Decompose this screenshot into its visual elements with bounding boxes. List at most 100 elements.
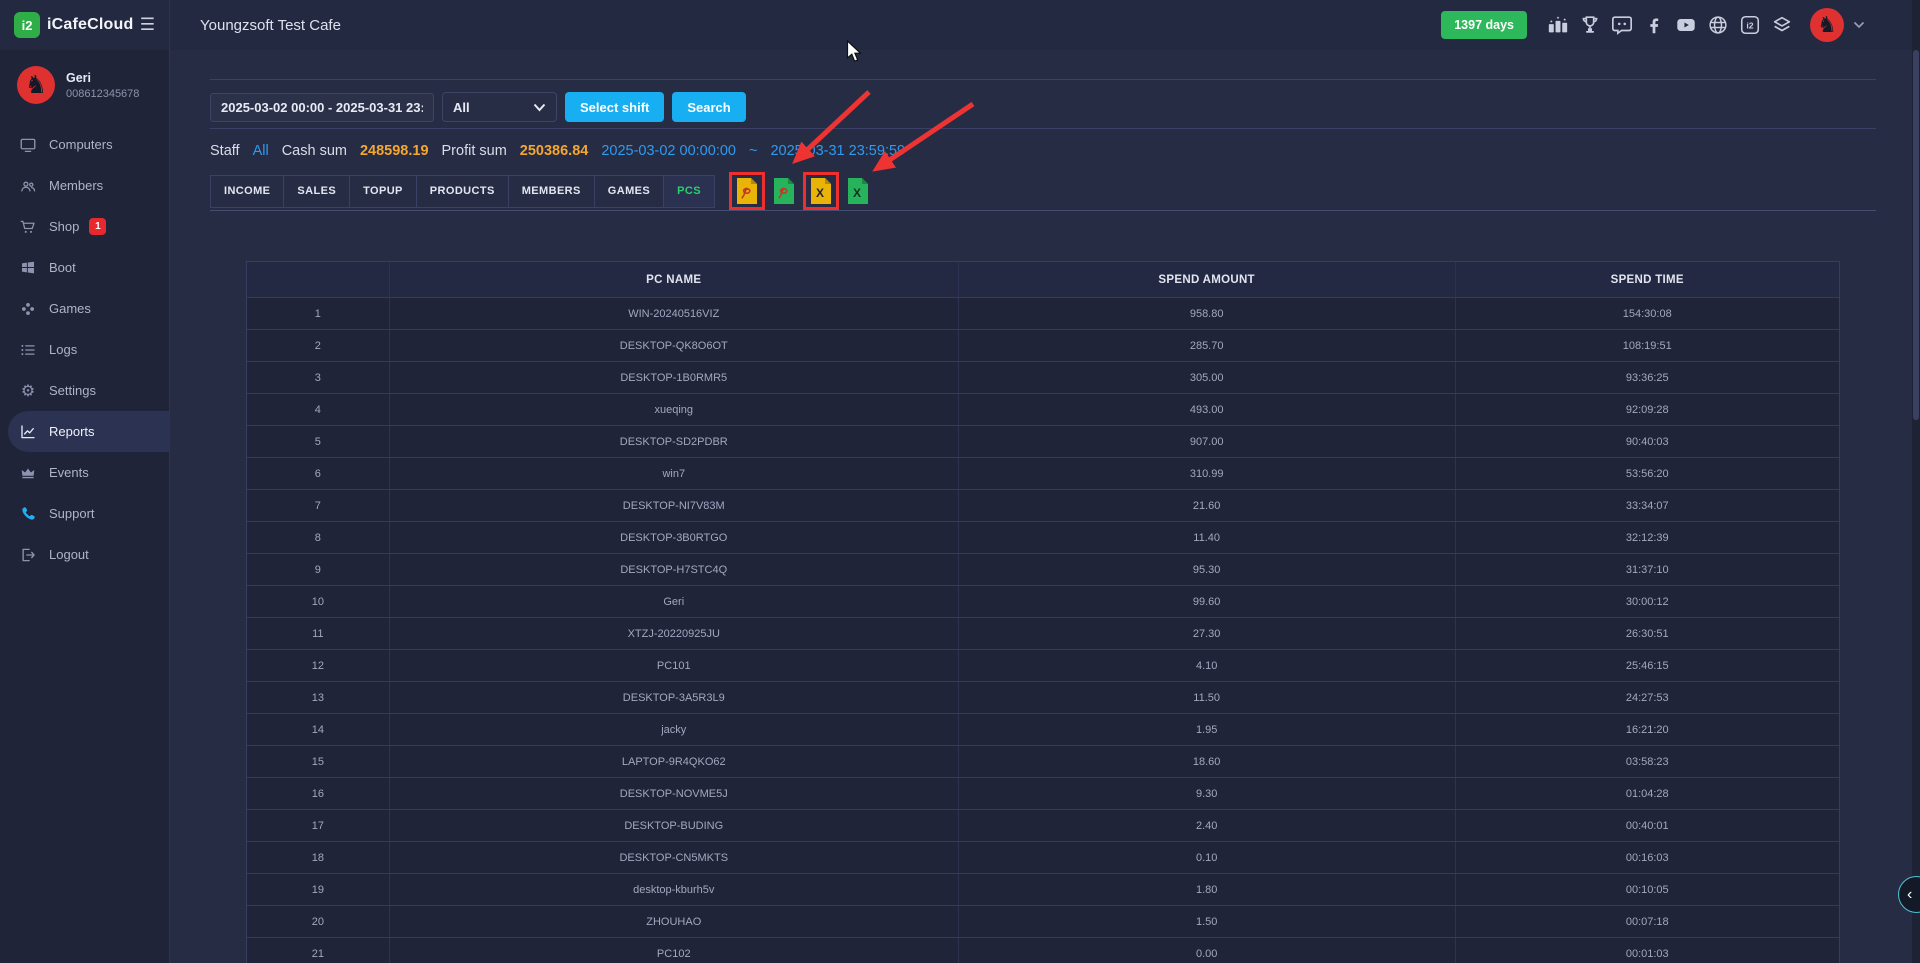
staff-value[interactable]: All — [253, 143, 269, 159]
row-index-cell: 17 — [247, 810, 389, 841]
sidebar-item-settings[interactable]: ⚙ Settings — [0, 370, 169, 411]
pc-name-cell: DESKTOP-SD2PDBR — [389, 426, 958, 457]
sidebar-item-support[interactable]: Support — [0, 493, 169, 534]
row-index-cell: 16 — [247, 778, 389, 809]
user-name: Geri — [66, 71, 139, 85]
spend-time-cell: 108:19:51 — [1455, 330, 1839, 361]
shop-count-badge: 1 — [89, 218, 106, 235]
chevron-down-icon — [533, 103, 546, 112]
row-index-cell: 10 — [247, 586, 389, 617]
sidebar-item-logout[interactable]: Logout — [0, 534, 169, 575]
tab-members[interactable]: MEMBERS — [508, 175, 595, 208]
spend-amount-cell: 18.60 — [958, 746, 1455, 777]
export-pdf-yellow-button[interactable] — [735, 177, 759, 205]
spend-time-cell: 25:46:15 — [1455, 650, 1839, 681]
chevron-down-icon[interactable] — [1853, 21, 1865, 29]
sidebar-item-games[interactable]: Games — [0, 288, 169, 329]
table-row: 10 Geri 99.60 30:00:12 — [247, 585, 1839, 617]
pc-name-cell: DESKTOP-NI7V83M — [389, 490, 958, 521]
spend-amount-cell: 99.60 — [958, 586, 1455, 617]
facebook-icon[interactable] — [1642, 14, 1665, 37]
table-body: 1 WIN-20240516VIZ 958.80 154:30:08 2 DES… — [247, 297, 1839, 963]
hamburger-menu-icon[interactable]: ☰ — [140, 15, 155, 35]
sidebar-item-label: Members — [49, 178, 103, 193]
main-column: Youngzsoft Test Cafe 1397 days i2 ♞ — [170, 0, 1920, 963]
spend-amount-cell: 0.00 — [958, 938, 1455, 963]
cash-sum-value: 248598.19 — [360, 143, 429, 159]
gamepad-icon — [19, 300, 37, 318]
chart-icon — [19, 423, 37, 441]
license-days-badge[interactable]: 1397 days — [1441, 11, 1527, 39]
sidebar-item-computers[interactable]: Computers — [0, 124, 169, 165]
table-row: 4 xueqing 493.00 92:09:28 — [247, 393, 1839, 425]
search-button[interactable]: Search — [672, 92, 745, 122]
spend-amount-cell: 0.10 — [958, 842, 1455, 873]
pc-name-cell: LAPTOP-9R4QKO62 — [389, 746, 958, 777]
sidebar-item-boot[interactable]: Boot — [0, 247, 169, 288]
table-row: 11 XTZJ-20220925JU 27.30 26:30:51 — [247, 617, 1839, 649]
staff-select[interactable]: All — [442, 92, 557, 122]
tab-sales[interactable]: SALES — [283, 175, 350, 208]
sidebar-item-events[interactable]: Events — [0, 452, 169, 493]
sidebar-item-reports[interactable]: Reports — [8, 411, 169, 452]
sidebar-body: ♞ Geri 008612345678 Computers Members — [0, 50, 169, 963]
spend-time-cell: 92:09:28 — [1455, 394, 1839, 425]
highlight-box — [729, 172, 765, 210]
spend-amount-cell: 493.00 — [958, 394, 1455, 425]
row-index-cell: 20 — [247, 906, 389, 937]
spend-amount-cell: 1.80 — [958, 874, 1455, 905]
sidebar-item-logs[interactable]: Logs — [0, 329, 169, 370]
pc-name-cell: DESKTOP-H7STC4Q — [389, 554, 958, 585]
scrollbar-track[interactable] — [1912, 0, 1920, 963]
spend-time-cell: 30:00:12 — [1455, 586, 1839, 617]
cash-sum-label: Cash sum — [282, 143, 347, 159]
scrollbar-thumb[interactable] — [1913, 50, 1919, 420]
spend-time-cell: 90:40:03 — [1455, 426, 1839, 457]
spend-amount-cell: 310.99 — [958, 458, 1455, 489]
spend-time-cell: 03:58:23 — [1455, 746, 1839, 777]
table-header: PC NAME SPEND AMOUNT SPEND TIME — [247, 262, 1839, 297]
table-row: 15 LAPTOP-9R4QKO62 18.60 03:58:23 — [247, 745, 1839, 777]
export-excel-yellow-button[interactable]: X — [809, 177, 833, 205]
layers-icon[interactable] — [1770, 14, 1793, 37]
main-content: All Select shift Search Staff All Cash s… — [170, 50, 1920, 963]
tab-topup[interactable]: TOPUP — [349, 175, 417, 208]
profile-avatar[interactable]: ♞ — [1810, 8, 1844, 42]
user-block[interactable]: ♞ Geri 008612345678 — [0, 66, 169, 118]
sidebar-item-label: Logs — [49, 342, 77, 357]
date-range-input[interactable] — [210, 93, 434, 122]
tab-income[interactable]: INCOME — [210, 175, 284, 208]
header-index — [247, 262, 389, 297]
pc-name-cell: desktop-kburh5v — [389, 874, 958, 905]
tab-pcs[interactable]: PCS — [663, 175, 715, 208]
youtube-icon[interactable] — [1674, 14, 1697, 37]
export-pdf-green-button[interactable] — [772, 177, 796, 205]
export-excel-green-button[interactable]: X — [846, 177, 870, 205]
select-shift-button[interactable]: Select shift — [565, 92, 664, 122]
ranking-icon[interactable] — [1546, 14, 1569, 37]
pc-name-cell: PC102 — [389, 938, 958, 963]
globe-icon[interactable] — [1706, 14, 1729, 37]
header-spend-time: SPEND TIME — [1455, 262, 1839, 297]
spend-time-cell: 26:30:51 — [1455, 618, 1839, 649]
pc-name-cell: ZHOUHAO — [389, 906, 958, 937]
discord-icon[interactable] — [1610, 14, 1633, 37]
tab-games[interactable]: GAMES — [594, 175, 664, 208]
trophy-icon[interactable] — [1578, 14, 1601, 37]
svg-text:i2: i2 — [1746, 21, 1753, 31]
sidebar-item-shop[interactable]: Shop 1 — [0, 206, 169, 247]
row-index-cell: 2 — [247, 330, 389, 361]
topbar: Youngzsoft Test Cafe 1397 days i2 ♞ — [170, 0, 1920, 50]
export-buttons: X X — [729, 172, 870, 210]
sidebar-item-label: Support — [49, 506, 95, 521]
icafecloud-icon[interactable]: i2 — [1738, 14, 1761, 37]
spend-time-cell: 16:21:20 — [1455, 714, 1839, 745]
table-row: 1 WIN-20240516VIZ 958.80 154:30:08 — [247, 297, 1839, 329]
svg-text:X: X — [816, 186, 824, 200]
sidebar-item-members[interactable]: Members — [0, 165, 169, 206]
pc-name-cell: XTZJ-20220925JU — [389, 618, 958, 649]
brand-name: iCafeCloud — [47, 16, 133, 34]
spend-amount-cell: 285.70 — [958, 330, 1455, 361]
user-avatar: ♞ — [17, 66, 55, 104]
tab-products[interactable]: PRODUCTS — [416, 175, 509, 208]
